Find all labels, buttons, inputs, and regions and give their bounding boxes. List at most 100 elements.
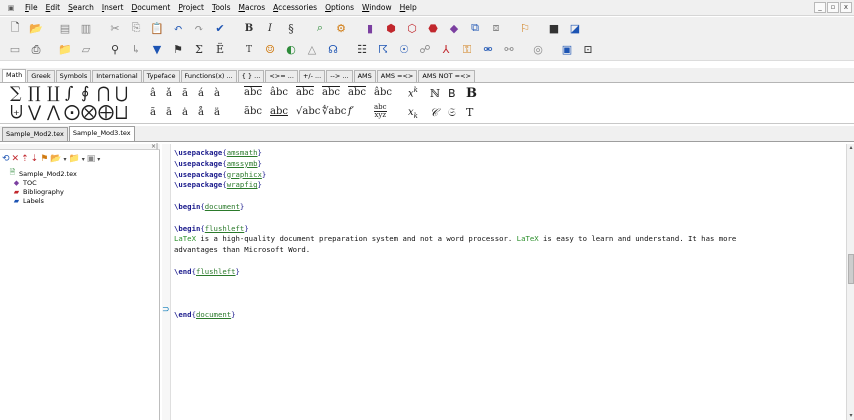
dvi-pdf-icon[interactable]: ⚮ [479,41,497,59]
code-line[interactable] [174,299,736,310]
tree-item[interactable]: 🗎 Sample_Mod2.tex [8,168,77,178]
print-icon[interactable]: ⎙ [27,41,45,59]
save-file-icon[interactable]: ▭ [6,41,24,59]
symbol-tab[interactable]: AMS NOT =<> [418,70,475,82]
code-line[interactable] [174,256,736,267]
close-button[interactable]: x [840,2,852,13]
paste-icon[interactable]: 📋 [148,19,166,37]
integral-symbol[interactable]: ∫ [65,83,73,102]
pdf-view-icon[interactable]: ⚯ [500,41,518,59]
restore-button[interactable]: ▫ [827,2,839,13]
open-file-icon[interactable]: 📂 [27,19,45,37]
overleftrightarrow-abc-symbol[interactable]: abc [348,87,366,98]
symbol-tab[interactable]: AMS =<> [376,70,418,82]
vec-accent-symbol[interactable]: ȧ [182,107,188,118]
tree-item[interactable]: ▰ Labels [8,196,77,205]
paste-file-icon[interactable]: ▥ [77,19,95,37]
sum-symbol[interactable]: ∑ [10,83,21,102]
sum-icon[interactable]: Σ [190,41,208,59]
menu-insert[interactable]: Insert [98,3,128,12]
bigsqcup-symbol[interactable]: ⨆ [115,102,128,122]
minimize-button[interactable]: _ [814,2,826,13]
menu-macros[interactable]: Macros [234,3,269,12]
structure-icon[interactable]: ⊡ [579,41,597,59]
close-panel-icon[interactable]: ×| [151,143,158,150]
symbol-tab[interactable]: <>= ... [265,70,298,82]
redo-icon[interactable]: ↷ [190,19,208,37]
code-line[interactable] [174,191,736,202]
figure-icon[interactable]: ☺ [261,41,279,59]
view-dvi-icon[interactable]: ⬢ [382,19,400,37]
code-line[interactable]: \usepackage{wrapfig} [174,180,736,191]
menu-accessories[interactable]: Accessories [269,3,321,12]
overline-abc-symbol[interactable]: abc [244,87,262,98]
dvi-to-ps-icon[interactable]: ⬡ [403,19,421,37]
bigwedge-symbol[interactable]: ⋀ [47,102,60,121]
chevron-down-icon[interactable]: ▾ [82,156,85,163]
underbrace-abc-symbol[interactable]: ãbc [244,106,262,117]
symbol-tab[interactable]: Typeface [142,70,180,82]
bigoplus-symbol[interactable]: ⨁ [98,102,114,121]
reference-icon[interactable]: ⚑ [169,41,187,59]
bibtex-icon[interactable]: ⚐ [516,19,534,37]
window-icon[interactable]: ■ [545,19,563,37]
acrobat-icon[interactable]: ⅄ [437,41,455,59]
save-all-icon[interactable]: 📁 [56,41,74,59]
symbol-tab[interactable]: --> ... [326,70,353,82]
editor-content[interactable]: \usepackage{amsmath} \usepackage{amssymb}… [174,148,736,321]
mathcal-c-symbol[interactable]: 𝒞 [430,106,438,120]
bigcap-symbol[interactable]: ⋂ [97,83,110,102]
menu-project[interactable]: Project [174,3,208,12]
ps-to-pdf-icon[interactable]: ⧈ [487,19,505,37]
mathbb-n-symbol[interactable]: ℕ [430,87,440,100]
console-icon[interactable]: ▣ [558,41,576,59]
subscript-symbol[interactable]: xk [408,107,418,120]
menu-file[interactable]: File [21,3,42,12]
mathbf-b-symbol[interactable]: 𝖡 [448,87,456,100]
webupdate-icon[interactable]: ◪ [566,19,584,37]
symbol-tab[interactable]: Symbols [55,70,92,82]
italic-icon[interactable]: I [261,19,279,37]
code-line[interactable] [174,278,736,289]
grave-accent-symbol[interactable]: à [214,88,220,99]
find-icon[interactable]: ⌕ [311,19,329,37]
contour-integral-symbol[interactable]: ∮ [81,83,89,102]
menu-options[interactable]: Options [321,3,358,12]
browser-icon[interactable]: ◎ [529,41,547,59]
tree-item[interactable]: ▰ Bibliography [8,187,77,196]
menu-document[interactable]: Document [127,3,174,12]
include-icon[interactable]: ☷ [353,41,371,59]
menu-help[interactable]: Help [396,3,421,12]
bar-accent-symbol[interactable]: ā [166,107,172,118]
close-file-icon[interactable]: ▱ [77,41,95,59]
code-line[interactable]: \end{document} [174,310,736,321]
view-ps-icon[interactable]: ⬣ [424,19,442,37]
sqrt-abc-symbol[interactable]: √abc [296,106,320,117]
document-tab[interactable]: Sample_Mod3.tex [68,126,135,141]
check-accent-symbol[interactable]: ǎ [166,88,172,99]
refresh-structure-icon[interactable]: ⟲ [2,154,10,164]
code-line[interactable] [174,288,736,299]
code-line[interactable]: \usepackage{amssymb} [174,159,736,170]
symbol-tab[interactable]: AMS [353,70,376,82]
next-icon[interactable]: ⇣ [31,154,39,164]
bold-icon[interactable]: B [240,19,258,37]
spellcheck-icon[interactable]: ✔ [211,19,229,37]
code-line[interactable] [174,213,736,224]
view-pdf-icon[interactable]: ⧉ [466,19,484,37]
coprod-symbol[interactable]: ∐ [47,83,60,102]
mathrm-t-symbol[interactable]: T [466,106,473,119]
overleftarrow-abc-symbol[interactable]: abc [296,87,314,98]
symbol-tab[interactable]: Greek [27,70,55,82]
tree-item[interactable]: ◆ TOC [8,178,77,187]
scroll-down-icon[interactable]: ▾ [847,412,854,420]
close-structure-icon[interactable]: ✕ [12,154,20,164]
typewriter-icon[interactable]: T [240,41,258,59]
bigotimes-symbol[interactable]: ⨂ [81,102,97,121]
array-icon[interactable]: △ [303,41,321,59]
dvi-ps-pdf-icon[interactable]: ⚿ [458,41,476,59]
bookmark-icon[interactable]: ⚑ [40,154,48,164]
code-line[interactable]: LaTeX is a high-quality document prepara… [174,234,736,245]
document-tab[interactable]: Sample_Mod2.tex [2,127,68,141]
menu-edit[interactable]: Edit [42,3,65,12]
